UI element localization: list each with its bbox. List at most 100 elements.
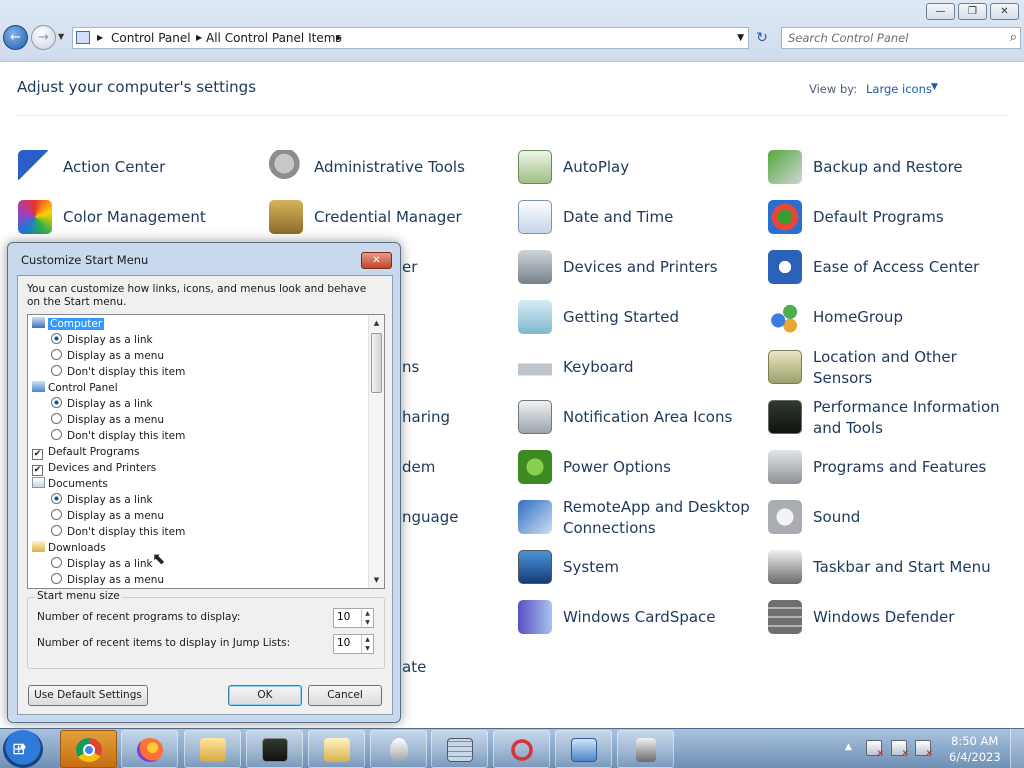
close-window-button[interactable]: ✕	[990, 3, 1019, 20]
radio-button[interactable]	[51, 573, 62, 584]
option-downloads-menu[interactable]: Display as a menu	[51, 572, 164, 588]
radio-button[interactable]	[51, 333, 62, 344]
scroll-down-icon[interactable]: ▼	[369, 572, 384, 588]
option-control-panel-hide[interactable]: Don't display this item	[51, 428, 185, 444]
option-control-panel-link[interactable]: Display as a link	[51, 396, 153, 412]
use-default-settings-button[interactable]: Use Default Settings	[28, 685, 148, 706]
action-center-tray-icon[interactable]	[866, 740, 884, 759]
option-group-downloads[interactable]: Downloads	[32, 540, 106, 556]
option-control-panel-menu[interactable]: Display as a menu	[51, 412, 164, 428]
search-box[interactable]: ⌕	[781, 27, 1021, 49]
network-tray-icon[interactable]	[891, 740, 909, 759]
recent-programs-input[interactable]	[337, 611, 359, 623]
taskbar-mouse[interactable]	[370, 730, 427, 768]
option-documents-link[interactable]: Display as a link	[51, 492, 153, 508]
option-devices-printers[interactable]: ✔ Devices and Printers	[32, 460, 156, 476]
radio-button[interactable]	[51, 365, 62, 376]
radio-button[interactable]	[51, 493, 62, 504]
cancel-button[interactable]: Cancel	[308, 685, 382, 706]
volume-tray-icon[interactable]	[915, 740, 933, 759]
dialog-close-button[interactable]: ✕	[361, 252, 392, 269]
search-input[interactable]	[788, 31, 996, 45]
ok-button[interactable]: OK	[228, 685, 302, 706]
view-by-label: View by:	[809, 82, 858, 96]
page-title: Adjust your computer's settings	[17, 78, 257, 96]
address-bar[interactable]: ▶ Control Panel ▶ All Control Panel Item…	[72, 27, 749, 49]
view-by-dropdown[interactable]: Large icons	[866, 82, 932, 96]
forward-button[interactable]: →	[31, 25, 56, 50]
taskbar-control-panel[interactable]	[555, 730, 612, 768]
recent-programs-label: Number of recent programs to display:	[37, 611, 241, 623]
spin-down-icon[interactable]: ▼	[361, 618, 373, 627]
breadcrumb-control-panel[interactable]: Control Panel	[111, 28, 191, 48]
option-group-control-panel[interactable]: Control Panel	[32, 380, 118, 396]
admin-tools-icon	[269, 150, 303, 184]
scroll-up-icon[interactable]: ▲	[369, 315, 384, 331]
spin-down-icon[interactable]: ▼	[361, 644, 373, 653]
programs-icon	[768, 450, 802, 484]
location-icon	[768, 350, 802, 384]
customize-start-menu-dialog: Customize Start Menu ✕ You can customize…	[7, 242, 401, 723]
minimize-button[interactable]: —	[926, 3, 955, 20]
taskbar-snipping-tool[interactable]	[493, 730, 550, 768]
option-downloads-link[interactable]: Display as a link	[51, 556, 153, 572]
radio-button[interactable]	[51, 349, 62, 360]
restore-icon: ❐	[968, 6, 977, 17]
checkbox[interactable]: ✔	[32, 465, 43, 476]
dialog-body: You can customize how links, icons, and …	[17, 275, 393, 715]
address-dropdown-icon[interactable]: ▼	[737, 28, 744, 48]
scrollbar-thumb[interactable]	[371, 333, 382, 393]
taskbar-icon	[636, 738, 656, 762]
chevron-down-icon[interactable]: ▼	[931, 82, 938, 92]
show-desktop-button[interactable]	[1010, 729, 1024, 768]
breadcrumb-all-items[interactable]: All Control Panel Items	[206, 28, 342, 48]
recent-pages-button[interactable]: ▼	[58, 32, 64, 41]
homegroup-icon	[768, 300, 802, 334]
radio-button[interactable]	[51, 429, 62, 440]
spin-up-icon[interactable]: ▲	[361, 609, 373, 618]
option-documents-menu[interactable]: Display as a menu	[51, 508, 164, 524]
clock-date[interactable]: 6/4/2023	[949, 750, 1001, 764]
control-panel-icon	[571, 738, 597, 762]
checkbox[interactable]: ✔	[32, 449, 43, 460]
start-menu-options-list[interactable]: Computer Display as a link Display as a …	[27, 314, 385, 589]
taskbar-chrome[interactable]	[60, 730, 117, 768]
radio-button[interactable]	[51, 557, 62, 568]
show-hidden-icons-button[interactable]: ▲	[845, 742, 852, 752]
clock-time[interactable]: 8:50 AM	[951, 734, 998, 748]
option-computer-hide[interactable]: Don't display this item	[51, 364, 185, 380]
radio-button[interactable]	[51, 413, 62, 424]
option-default-programs[interactable]: ✔ Default Programs	[32, 444, 139, 460]
refresh-button[interactable]: ↻	[751, 27, 773, 49]
explorer-icon	[200, 738, 226, 762]
breadcrumb-separator-icon[interactable]: ▶	[336, 28, 342, 48]
taskbar-windows-explorer[interactable]	[184, 730, 241, 768]
start-button[interactable]: ⊞	[3, 730, 43, 768]
recent-items-input[interactable]	[337, 637, 359, 649]
taskbar-folder-options[interactable]	[308, 730, 365, 768]
spin-up-icon[interactable]: ▲	[361, 635, 373, 644]
options-scrollbar[interactable]: ▲ ▼	[368, 315, 384, 588]
taskbar-firefox[interactable]	[121, 730, 178, 768]
dialog-title: Customize Start Menu	[21, 253, 149, 267]
dialog-description: You can customize how links, icons, and …	[27, 283, 367, 308]
breadcrumb-separator-icon[interactable]: ▶	[196, 28, 202, 48]
radio-button[interactable]	[51, 397, 62, 408]
restore-button[interactable]: ❐	[958, 3, 987, 20]
taskbar-calculator[interactable]	[431, 730, 488, 768]
taskbar-icon	[768, 550, 802, 584]
radio-button[interactable]	[51, 525, 62, 536]
option-group-documents[interactable]: Documents	[32, 476, 108, 492]
back-button[interactable]: ←	[3, 25, 28, 50]
option-computer-link[interactable]: Display as a link	[51, 332, 153, 348]
recent-programs-stepper[interactable]: ▲ ▼	[333, 608, 374, 628]
breadcrumb-separator-icon[interactable]: ▶	[97, 28, 103, 48]
option-documents-hide[interactable]: Don't display this item	[51, 524, 185, 540]
option-computer-menu[interactable]: Display as a menu	[51, 348, 164, 364]
search-icon[interactable]: ⌕	[1010, 30, 1017, 45]
recent-items-stepper[interactable]: ▲ ▼	[333, 634, 374, 654]
option-group-computer[interactable]: Computer	[32, 316, 105, 332]
taskbar-taskbar-properties[interactable]	[617, 730, 674, 768]
taskbar-performance-monitor[interactable]	[246, 730, 303, 768]
radio-button[interactable]	[51, 509, 62, 520]
